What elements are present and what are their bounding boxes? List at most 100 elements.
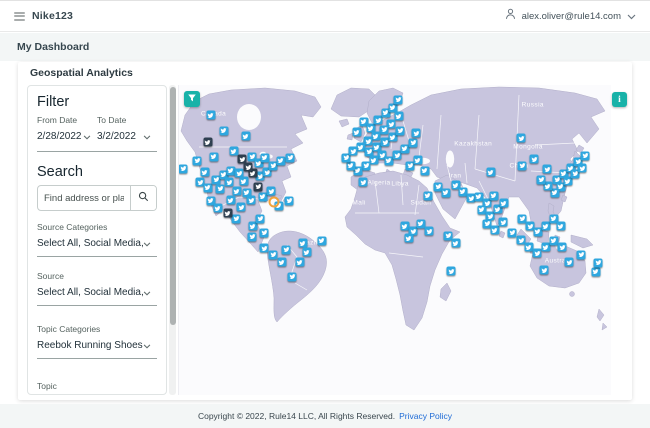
map-marker[interactable]	[557, 242, 567, 252]
map-marker[interactable]	[424, 226, 434, 236]
map-marker[interactable]	[593, 258, 603, 268]
map-marker[interactable]	[268, 250, 278, 260]
map-marker[interactable]	[577, 163, 587, 173]
filter-sidebar: Filter From Date 2/28/2022 To Date 3/2/2…	[27, 85, 167, 395]
map-marker[interactable]	[420, 166, 430, 176]
map-marker[interactable]	[371, 131, 381, 141]
map-canvas[interactable]: CanadaRussiaKazakhstanMongoliaChinaIranL…	[178, 85, 611, 395]
map-marker[interactable]	[276, 156, 286, 166]
map-marker[interactable]	[285, 153, 295, 163]
map-marker[interactable]	[541, 221, 551, 231]
map-marker[interactable]	[232, 186, 242, 196]
search-button[interactable]	[130, 186, 156, 210]
map-marker[interactable]	[358, 177, 368, 187]
map-marker[interactable]	[404, 233, 414, 243]
sidebar-scrollbar[interactable]	[169, 85, 176, 395]
source-categories-select[interactable]: Source Categories Select All, Social Med…	[37, 222, 157, 257]
map-marker[interactable]	[200, 167, 210, 177]
map-marker[interactable]	[302, 247, 312, 257]
map-marker[interactable]	[236, 202, 246, 212]
map-marker[interactable]	[253, 182, 263, 192]
map-marker[interactable]	[580, 151, 590, 161]
map-marker[interactable]	[379, 125, 389, 135]
menu-icon[interactable]	[14, 11, 25, 21]
map-marker[interactable]	[395, 126, 405, 136]
map-marker[interactable]	[393, 95, 403, 105]
map-info-button[interactable]: i	[612, 92, 627, 107]
map-marker[interactable]	[209, 152, 219, 162]
search-input[interactable]	[38, 186, 130, 210]
map-marker[interactable]	[451, 238, 461, 248]
map-marker[interactable]	[529, 154, 539, 164]
map-marker[interactable]	[277, 257, 287, 267]
map-marker[interactable]	[268, 196, 280, 208]
map-marker[interactable]	[179, 164, 188, 174]
map-marker[interactable]	[516, 133, 526, 143]
user-menu[interactable]: alex.oliver@rule14.com	[505, 7, 636, 25]
map-marker[interactable]	[394, 111, 404, 121]
map-marker[interactable]	[281, 245, 291, 255]
map-marker[interactable]	[556, 221, 566, 231]
map-marker[interactable]	[260, 153, 270, 163]
topic-categories-select[interactable]: Topic Categories Reebok Running Shoes,..…	[37, 324, 157, 359]
map-marker[interactable]	[206, 110, 216, 120]
map-marker[interactable]	[498, 217, 508, 227]
map-marker[interactable]	[203, 137, 213, 147]
map-marker[interactable]	[532, 248, 542, 258]
map-marker[interactable]	[298, 238, 308, 248]
map-marker[interactable]	[255, 214, 265, 224]
map-marker[interactable]	[203, 183, 213, 193]
from-date-select[interactable]: From Date 2/28/2022	[37, 115, 97, 145]
map-marker[interactable]	[246, 195, 256, 205]
map-marker[interactable]	[346, 161, 356, 171]
map-marker[interactable]	[517, 161, 527, 171]
map-marker[interactable]	[241, 131, 251, 141]
map-marker[interactable]	[352, 127, 362, 137]
map-marker[interactable]	[499, 198, 509, 208]
map-marker[interactable]	[224, 177, 234, 187]
map-marker[interactable]	[247, 232, 257, 242]
to-date-select[interactable]: To Date 3/2/2022	[97, 115, 157, 145]
map-marker[interactable]	[317, 236, 327, 246]
map-marker[interactable]	[539, 265, 549, 275]
map-marker[interactable]	[239, 176, 249, 186]
privacy-policy-link[interactable]: Privacy Policy	[399, 411, 452, 421]
map-marker[interactable]	[411, 128, 421, 138]
map-marker[interactable]	[536, 175, 546, 185]
map-marker[interactable]	[219, 126, 229, 136]
map-marker[interactable]	[576, 250, 586, 260]
map-marker[interactable]	[564, 257, 574, 267]
map-marker[interactable]	[361, 161, 371, 171]
map-marker[interactable]	[259, 243, 269, 253]
map-marker[interactable]	[213, 203, 223, 213]
map-filter-button[interactable]	[184, 91, 200, 107]
map-marker[interactable]	[295, 257, 305, 267]
topic-select[interactable]: Topic Select All, Zig Dynamica,...	[37, 381, 157, 394]
map-marker[interactable]	[489, 191, 499, 201]
map-marker[interactable]	[423, 191, 433, 201]
map-marker[interactable]	[229, 146, 239, 156]
map-marker[interactable]	[348, 146, 358, 156]
map-marker[interactable]	[243, 162, 253, 172]
map-marker[interactable]	[231, 214, 241, 224]
map-marker[interactable]	[259, 228, 269, 238]
map-marker[interactable]	[266, 186, 276, 196]
map-marker[interactable]	[215, 184, 225, 194]
map-marker[interactable]	[490, 225, 500, 235]
source-select[interactable]: Source Select All, Social Media,...	[37, 271, 157, 306]
map-marker[interactable]	[413, 155, 423, 165]
map-marker[interactable]	[507, 228, 517, 238]
map-marker[interactable]	[226, 195, 236, 205]
map-marker[interactable]	[223, 208, 233, 218]
map-marker[interactable]	[542, 164, 552, 174]
map-marker[interactable]	[591, 267, 601, 277]
map-marker[interactable]	[446, 266, 456, 276]
map-marker[interactable]	[441, 188, 451, 198]
map-marker[interactable]	[369, 155, 379, 165]
map-marker[interactable]	[192, 156, 202, 166]
map-marker[interactable]	[408, 138, 418, 148]
map-marker[interactable]	[284, 196, 294, 206]
scrollbar-thumb[interactable]	[169, 87, 176, 325]
map-marker[interactable]	[486, 167, 496, 177]
map-marker[interactable]	[287, 272, 297, 282]
